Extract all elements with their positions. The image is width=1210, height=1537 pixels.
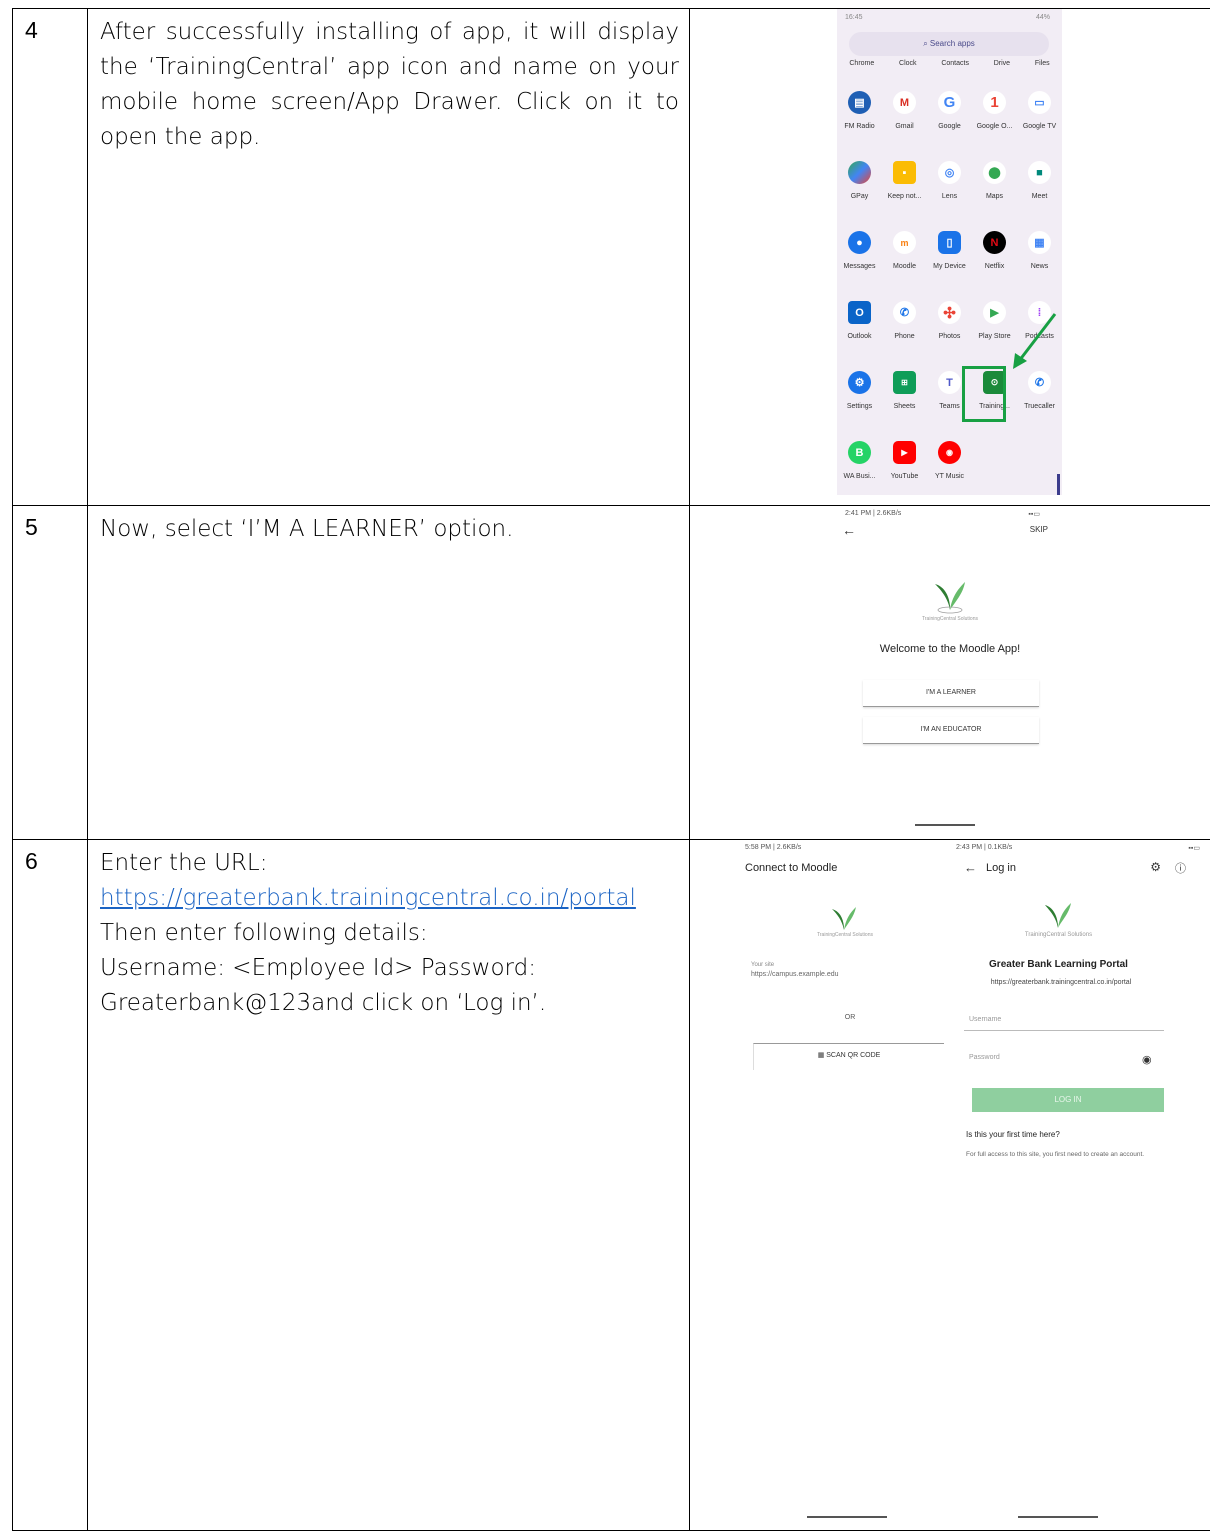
status-text: 2:43 PM | 0.1KB/s — [956, 844, 1013, 851]
welcome-screenshot: 2:41 PM | 2.6KB/s ▪▪▭ ← SKIP TrainingCen… — [830, 506, 1070, 836]
username-field[interactable]: Username — [969, 1016, 1001, 1023]
scan-qr-button[interactable]: ▦ SCAN QR CODE — [753, 1043, 944, 1070]
login-title: Log in — [986, 862, 1016, 874]
logo-caption: TrainingCentral Solutions — [1024, 932, 1093, 938]
back-arrow-icon[interactable]: ← — [964, 860, 977, 875]
site-input[interactable]: https://campus.example.edu — [751, 971, 839, 978]
learner-button[interactable]: I'M A LEARNER — [863, 680, 1039, 707]
qr-code-icon: ▦ — [817, 1052, 827, 1059]
step-text: Now, select ‘I’M A LEARNER’ option. — [100, 516, 514, 542]
portal-link[interactable]: https://greaterbank.trainingcentral.co.i… — [100, 885, 636, 911]
step-row-5: 5 Now, select ‘I’M A LEARNER’ option. 2:… — [12, 505, 1210, 840]
scroll-thumb[interactable] — [1057, 474, 1060, 495]
step-row-6: 6 Enter the URL: https://greaterbank.tra… — [12, 839, 1210, 1531]
home-indicator — [1018, 1516, 1098, 1518]
credentials-line-2: Greaterbank@123and click on ‘Log in’. — [100, 990, 547, 1016]
leaf-logo-icon — [935, 582, 965, 614]
step-screenshot-cell: 5:58 PM | 2.6KB/s Connect to Moodle Trai… — [689, 839, 1210, 1531]
leaf-logo-icon — [832, 907, 856, 930]
password-field[interactable]: Password — [969, 1054, 1000, 1061]
home-indicator — [915, 824, 975, 826]
portal-url: https://greaterbank.trainingcentral.co.i… — [990, 979, 1132, 986]
back-arrow-icon[interactable]: ← — [842, 522, 856, 538]
connect-title: Connect to Moodle — [745, 862, 838, 874]
first-time-heading: Is this your first time here? — [966, 1130, 1060, 1139]
logo-caption: TrainingCentral Solutions — [817, 932, 873, 938]
details-intro: Then enter following details: — [100, 920, 428, 946]
site-label: Your site — [751, 962, 775, 968]
step-screenshot-cell: 2:41 PM | 2.6KB/s ▪▪▭ ← SKIP TrainingCen… — [689, 505, 1210, 840]
step-number: 5 — [25, 514, 38, 540]
username-underline — [964, 1030, 1164, 1031]
skip-button[interactable]: SKIP — [1030, 525, 1048, 534]
step-row-4: 4 After successfully installing of app, … — [12, 8, 1210, 506]
step-number: 4 — [25, 17, 38, 43]
green-arrow-icon — [1013, 313, 1057, 369]
step-number: 6 — [25, 848, 38, 874]
app-drawer-screenshot: 16:45 44% ⌕ Search apps Chrome Clock Con… — [837, 9, 1062, 495]
status-text: 2:41 PM | 2.6KB/s — [845, 510, 902, 517]
step-screenshot-cell: 16:45 44% ⌕ Search apps Chrome Clock Con… — [689, 8, 1210, 506]
leaf-logo-icon — [1045, 903, 1071, 928]
connect-screenshot: 5:58 PM | 2.6KB/s Connect to Moodle Trai… — [745, 840, 956, 1520]
step-number-cell: 4 — [12, 8, 88, 506]
help-icon[interactable]: ⓘ — [1175, 860, 1186, 876]
eye-icon[interactable]: ◉ — [1142, 1053, 1152, 1066]
logo-caption: TrainingCentral Solutions — [922, 616, 978, 622]
signal-icon: ▪▪▭ — [1028, 511, 1040, 518]
step-text-cell: After successfully installing of app, it… — [87, 8, 690, 506]
scan-qr-label: SCAN QR CODE — [826, 1052, 881, 1059]
signal-icon: ▪▪▭ — [1188, 845, 1200, 852]
login-button[interactable]: LOG IN — [972, 1088, 1164, 1112]
status-text: 5:58 PM | 2.6KB/s — [745, 844, 802, 851]
step-number-cell: 5 — [12, 505, 88, 840]
url-intro: Enter the URL: — [100, 850, 268, 876]
instruction-table: 4 After successfully installing of app, … — [12, 8, 1210, 1531]
credentials-line-1: Username: <Employee Id> Password: — [100, 955, 536, 981]
step-text-cell: Enter the URL: https://greaterbank.train… — [87, 839, 690, 1531]
step-text-cell: Now, select ‘I’M A LEARNER’ option. — [87, 505, 690, 840]
step-text: Enter the URL: https://greaterbank.train… — [88, 840, 689, 1021]
welcome-heading: Welcome to the Moodle App! — [879, 643, 1021, 655]
signup-info: For full access to this site, you first … — [966, 1151, 1145, 1158]
login-screenshot: 2:43 PM | 0.1KB/s ▪▪▭ ← Log in ⚙ ⓘ Train… — [956, 840, 1206, 1520]
gear-icon[interactable]: ⚙ — [1150, 860, 1161, 874]
or-divider: OR — [844, 1014, 856, 1021]
step-number-cell: 6 — [12, 839, 88, 1531]
educator-button[interactable]: I'M AN EDUCATOR — [863, 717, 1039, 744]
step-text: After successfully installing of app, it… — [100, 19, 679, 150]
portal-heading: Greater Bank Learning Portal — [989, 959, 1128, 970]
home-indicator — [807, 1516, 887, 1518]
